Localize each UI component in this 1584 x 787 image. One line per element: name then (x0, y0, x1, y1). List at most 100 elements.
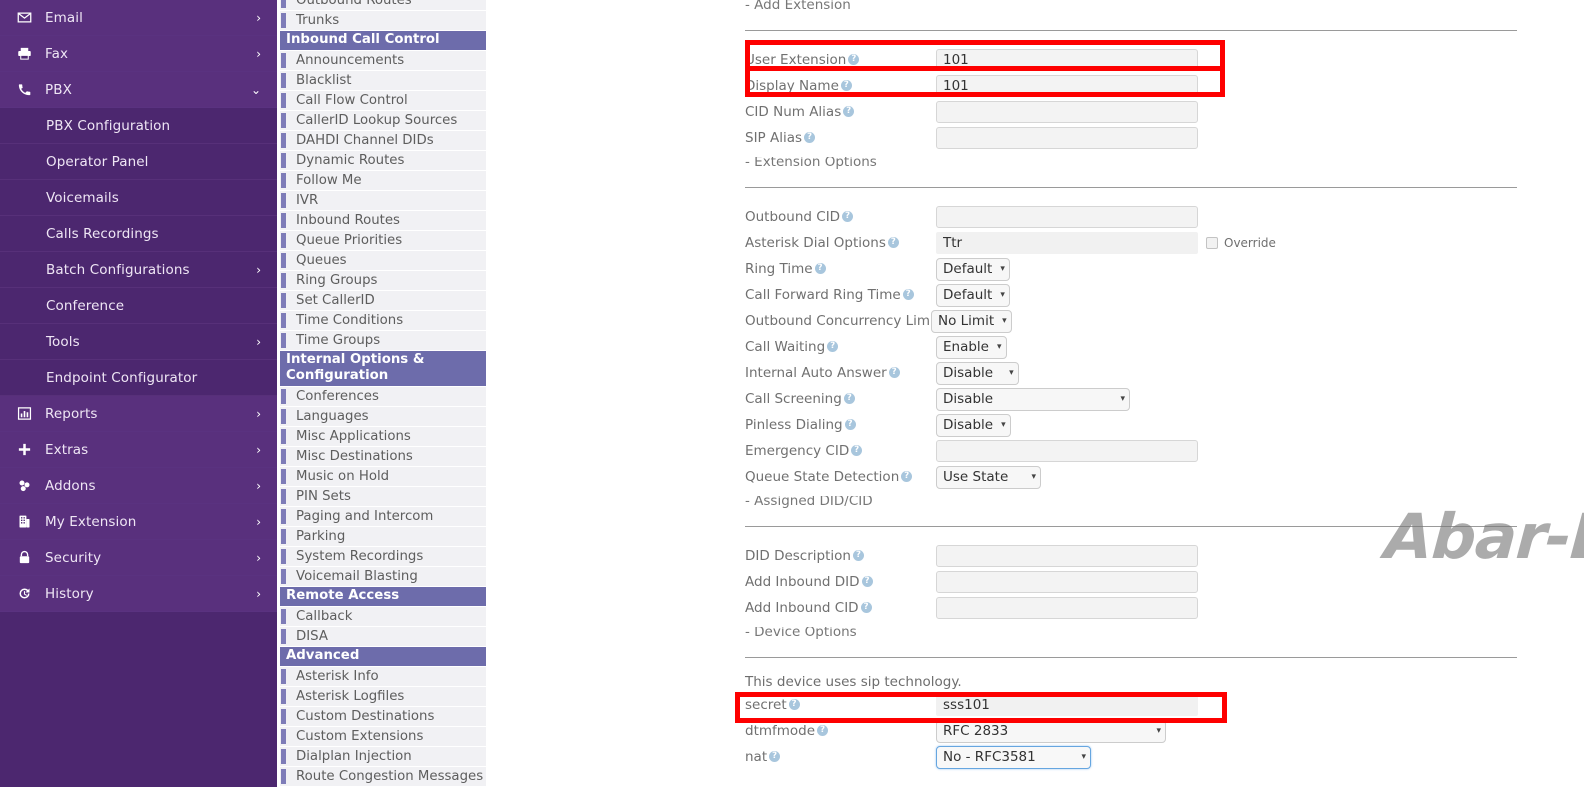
subnav-item-pin-sets[interactable]: PIN Sets (280, 487, 486, 506)
subnav-item-callerid-lookup-sources[interactable]: CallerID Lookup Sources (280, 111, 486, 130)
subnav-item-languages[interactable]: Languages (280, 407, 486, 426)
ring-time-select[interactable]: Default ▾ (936, 257, 1010, 281)
subnav-item-dynamic-routes[interactable]: Dynamic Routes (280, 151, 486, 170)
internal-auto-answer-select[interactable]: Disable ▾ (936, 361, 1019, 385)
emergency-cid-input[interactable] (936, 440, 1198, 462)
help-icon[interactable]: ? (843, 106, 855, 117)
help-icon[interactable]: ? (844, 419, 856, 430)
subnav-item-route-congestion-messages[interactable]: Route Congestion Messages (280, 767, 486, 786)
subnav-item-asterisk-info[interactable]: Asterisk Info (280, 667, 486, 686)
subnav-item-music-on-hold[interactable]: Music on Hold (280, 467, 486, 486)
cid-num-alias-input[interactable] (936, 101, 1198, 123)
subnav-item-label: DAHDI Channel DIDs (296, 133, 434, 148)
sidebar-item-security[interactable]: Security › (0, 540, 277, 576)
help-icon[interactable]: ? (851, 445, 863, 456)
help-icon[interactable]: ? (769, 751, 781, 762)
subnav-item-dahdi-channel-dids[interactable]: DAHDI Channel DIDs (280, 131, 486, 150)
subnav-item-asterisk-logfiles[interactable]: Asterisk Logfiles (280, 687, 486, 706)
subnav-item-misc-destinations[interactable]: Misc Destinations (280, 447, 486, 466)
subnav-item-label: CallerID Lookup Sources (296, 113, 458, 128)
subnav-item-ring-groups[interactable]: Ring Groups (280, 271, 486, 290)
dtmfmode-select[interactable]: RFC 2833 ▾ (936, 719, 1166, 743)
subnav-item-custom-extensions[interactable]: Custom Extensions (280, 727, 486, 746)
subnav-item-disa[interactable]: DISA (280, 627, 486, 646)
call-waiting-select[interactable]: Enable ▾ (936, 335, 1007, 359)
help-icon[interactable]: ? (788, 699, 800, 710)
help-icon[interactable]: ? (843, 393, 855, 404)
help-icon[interactable]: ? (814, 263, 826, 274)
subnav-item-parking[interactable]: Parking (280, 527, 486, 546)
subnav-item-trunks[interactable]: Trunks (280, 11, 486, 30)
subnav-item-inbound-routes[interactable]: Inbound Routes (280, 211, 486, 230)
pinless-dialing-select[interactable]: Disable ▾ (936, 413, 1011, 437)
subnav-item-blacklist[interactable]: Blacklist (280, 71, 486, 90)
user-extension-input[interactable] (936, 49, 1198, 71)
nat-select[interactable]: No - RFC3581 ▾ (936, 745, 1091, 769)
help-icon[interactable]: ? (842, 211, 854, 222)
help-icon[interactable]: ? (848, 54, 860, 65)
subnav-item-time-conditions[interactable]: Time Conditions (280, 311, 486, 330)
subnav-item-call-flow-control[interactable]: Call Flow Control (280, 91, 486, 110)
sidebar-item-operator-panel[interactable]: Operator Panel (0, 144, 277, 180)
sidebar-item-conference[interactable]: Conference (0, 288, 277, 324)
display-name-input[interactable] (936, 75, 1198, 97)
sip-alias-input[interactable] (936, 127, 1198, 149)
sidebar-item-tools[interactable]: Tools › (0, 324, 277, 360)
subnav-item-announcements[interactable]: Announcements (280, 51, 486, 70)
sidebar-item-extras[interactable]: Extras › (0, 432, 277, 468)
subnav-item-paging-and-intercom[interactable]: Paging and Intercom (280, 507, 486, 526)
control-display-name (936, 75, 1526, 97)
subnav-item-custom-destinations[interactable]: Custom Destinations (280, 707, 486, 726)
help-icon[interactable]: ? (888, 367, 900, 378)
label-call-waiting: Call Waiting ? (736, 339, 936, 355)
help-icon[interactable]: ? (817, 725, 829, 736)
sidebar-item-addons[interactable]: Addons › (0, 468, 277, 504)
sidebar-item-pbx[interactable]: PBX ⌄ (0, 72, 277, 108)
call-screening-select[interactable]: Disable ▾ (936, 387, 1130, 411)
help-icon[interactable]: ? (902, 289, 914, 300)
asterisk-dial-options-input[interactable] (936, 232, 1198, 254)
sidebar-item-pbx-configuration[interactable]: PBX Configuration (0, 108, 277, 144)
sidebar-item-endpoint-configurator[interactable]: Endpoint Configurator (0, 360, 277, 396)
subnav-item-dialplan-injection[interactable]: Dialplan Injection (280, 747, 486, 766)
subnav-item-misc-applications[interactable]: Misc Applications (280, 427, 486, 446)
help-icon[interactable]: ? (840, 80, 852, 91)
queue-state-detection-select[interactable]: Use State ▾ (936, 465, 1041, 489)
help-icon[interactable]: ? (861, 576, 873, 587)
override-checkbox[interactable] (1206, 237, 1218, 249)
subnav-item-callback[interactable]: Callback (280, 607, 486, 626)
subnav-item-voicemail-blasting[interactable]: Voicemail Blasting (280, 567, 486, 586)
bullet-icon (281, 709, 286, 724)
sidebar-item-reports[interactable]: Reports › (0, 396, 277, 432)
help-icon[interactable]: ? (804, 132, 816, 143)
subnav-item-outbound-routes[interactable]: Outbound Routes (280, 0, 486, 10)
sidebar-item-voicemails[interactable]: Voicemails (0, 180, 277, 216)
sidebar-item-batch-configurations[interactable]: Batch Configurations › (0, 252, 277, 288)
subnav-item-time-groups[interactable]: Time Groups (280, 331, 486, 350)
help-icon[interactable]: ? (852, 550, 864, 561)
sidebar-item-calls-recordings[interactable]: Calls Recordings (0, 216, 277, 252)
bullet-icon (281, 93, 286, 108)
sidebar-item-email[interactable]: Email › (0, 0, 277, 36)
sidebar-item-my-extension[interactable]: My Extension › (0, 504, 277, 540)
help-icon[interactable]: ? (860, 602, 872, 613)
help-icon[interactable]: ? (901, 471, 913, 482)
add-inbound-did-input[interactable] (936, 571, 1198, 593)
outbound-cid-input[interactable] (936, 206, 1198, 228)
subnav-item-queues[interactable]: Queues (280, 251, 486, 270)
subnav-item-system-recordings[interactable]: System Recordings (280, 547, 486, 566)
did-description-input[interactable] (936, 545, 1198, 567)
subnav-item-set-callerid[interactable]: Set CallerID (280, 291, 486, 310)
subnav-item-conferences[interactable]: Conferences (280, 387, 486, 406)
call-forward-ring-time-select[interactable]: Default ▾ (936, 283, 1010, 307)
outbound-concurrency-limit-select[interactable]: No Limit ▾ (931, 309, 1012, 333)
sidebar-item-history[interactable]: History › (0, 576, 277, 612)
subnav-item-follow-me[interactable]: Follow Me (280, 171, 486, 190)
help-icon[interactable]: ? (827, 341, 839, 352)
help-icon[interactable]: ? (887, 237, 899, 248)
sidebar-item-fax[interactable]: Fax › (0, 36, 277, 72)
add-inbound-cid-input[interactable] (936, 597, 1198, 619)
subnav-item-queue-priorities[interactable]: Queue Priorities (280, 231, 486, 250)
subnav-item-ivr[interactable]: IVR (280, 191, 486, 210)
secret-input[interactable] (936, 694, 1198, 716)
